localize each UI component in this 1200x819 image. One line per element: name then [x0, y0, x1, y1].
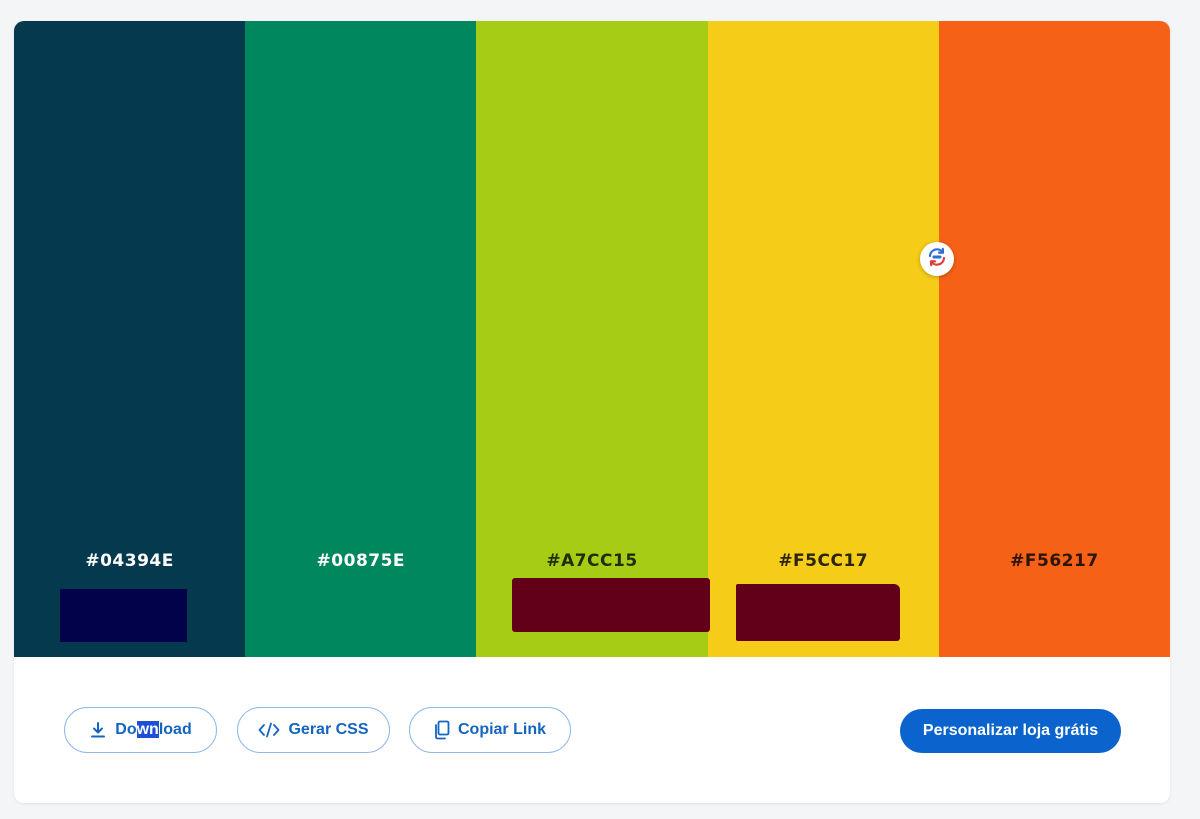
- swap-colors-button[interactable]: [920, 242, 954, 276]
- generate-css-button[interactable]: Gerar CSS: [237, 707, 390, 753]
- swap-arrows-icon: [926, 246, 948, 273]
- copy-link-button[interactable]: Copiar Link: [409, 707, 571, 753]
- redaction-block: [512, 578, 710, 632]
- swatch-hex-label[interactable]: #F56217: [939, 551, 1170, 571]
- swatch-hex-label[interactable]: #F5CC17: [708, 551, 939, 571]
- copy-link-label: Copiar Link: [457, 721, 546, 738]
- customize-store-label: Personalizar loja grátis: [922, 722, 1099, 739]
- swatch-4[interactable]: #F5CC17: [707, 21, 939, 657]
- swatch-hex-label[interactable]: #00875E: [245, 551, 476, 571]
- customize-store-button[interactable]: Personalizar loja grátis: [900, 709, 1121, 753]
- generate-css-label: Gerar CSS: [288, 721, 369, 738]
- swatch-5[interactable]: #F56217: [938, 21, 1170, 657]
- palette-card: #04394E #00875E #A7CC15 #F5CC17 #F56217: [14, 21, 1170, 803]
- redaction-block: [60, 589, 187, 642]
- download-button[interactable]: Download: [64, 707, 217, 753]
- swatch-hex-label[interactable]: #04394E: [14, 551, 245, 571]
- copy-icon: [434, 720, 450, 740]
- download-label-end: load: [158, 721, 192, 738]
- download-label-start: Do: [115, 721, 137, 738]
- swatch-3[interactable]: #A7CC15: [476, 21, 708, 657]
- code-icon: [258, 722, 280, 738]
- redaction-block: [736, 584, 900, 641]
- download-label-highlight: wn: [136, 721, 159, 738]
- download-label: Download: [115, 721, 192, 739]
- swatch-hex-label[interactable]: #A7CC15: [476, 551, 707, 571]
- download-icon: [89, 721, 107, 739]
- swatch-1[interactable]: #04394E: [14, 21, 246, 657]
- color-palette: #04394E #00875E #A7CC15 #F5CC17 #F56217: [14, 21, 1170, 657]
- swatch-2[interactable]: #00875E: [245, 21, 477, 657]
